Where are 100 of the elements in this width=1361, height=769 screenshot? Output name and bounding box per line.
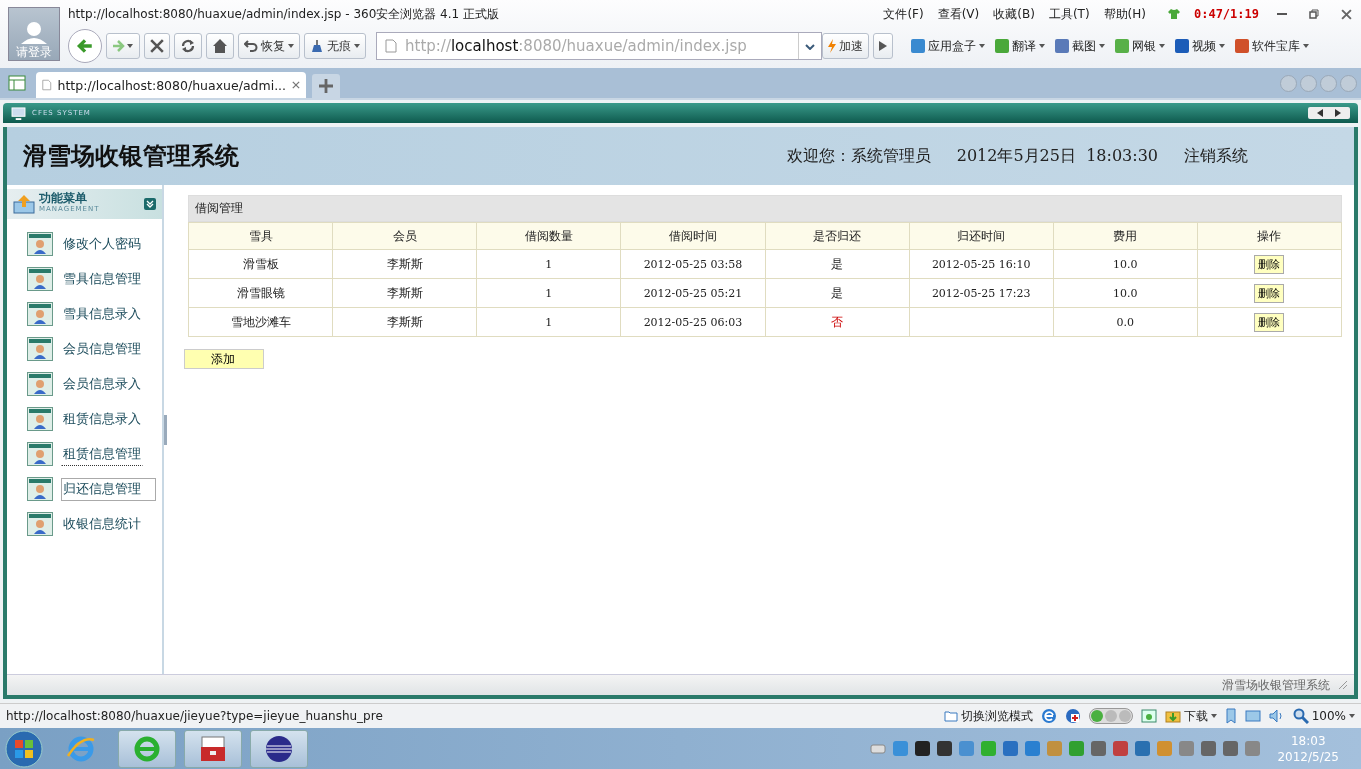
zoom-button[interactable]: 100%	[1292, 708, 1355, 724]
display-icon[interactable]	[1244, 709, 1261, 723]
chevron-down-icon	[805, 44, 815, 50]
back-button[interactable]	[68, 29, 102, 63]
column-header: 费用	[1053, 222, 1198, 250]
toolbar-item[interactable]: 软件宝库	[1235, 37, 1309, 55]
user-card-icon	[27, 337, 53, 361]
menu-item[interactable]: 帮助(H)	[1103, 5, 1146, 23]
table-cell: 2012-05-25 05:21	[620, 278, 765, 308]
go-button[interactable]	[873, 33, 893, 59]
sidebar-toggle-icon[interactable]	[8, 75, 26, 91]
caret-icon	[1303, 44, 1309, 48]
caret-icon	[1210, 714, 1217, 718]
menu-link[interactable]: 会员信息录入	[61, 372, 143, 396]
speaker-icon[interactable]	[1268, 709, 1285, 723]
menu-link[interactable]: 租赁信息录入	[61, 407, 143, 431]
user-card-icon	[27, 372, 53, 396]
browser-e-icon[interactable]	[1040, 708, 1057, 724]
caret-icon	[354, 44, 360, 48]
speedup-button[interactable]: 加速	[822, 33, 869, 59]
home-button[interactable]	[206, 33, 234, 59]
page-icon	[42, 78, 52, 92]
toggle-switch-icon[interactable]	[1088, 708, 1133, 724]
restore-button[interactable]: 恢复	[238, 33, 300, 59]
new-tab-button[interactable]	[312, 74, 340, 98]
toolbar-item[interactable]: 截图	[1055, 37, 1105, 55]
table-cell: 10.0	[1053, 249, 1198, 279]
menu-item[interactable]: 文件(F)	[883, 5, 924, 23]
shield-icon[interactable]	[1064, 708, 1081, 724]
close-tab-icon[interactable]	[292, 80, 300, 90]
upload-tray-icon	[13, 194, 35, 214]
tray-icon[interactable]	[915, 741, 931, 756]
table-cell: 雪地沙滩车	[188, 307, 333, 337]
bookmark-icon[interactable]	[1224, 708, 1237, 724]
app-title: 滑雪场收银管理系统	[23, 140, 239, 172]
column-header: 操作	[1197, 222, 1342, 250]
caret-icon	[1159, 44, 1165, 48]
table-cell: 李斯斯	[332, 278, 477, 308]
close-icon	[1340, 8, 1352, 20]
datetime-text: 2012年5月25日 18:03:30	[956, 145, 1158, 167]
caret-icon	[1349, 714, 1355, 718]
toolbar-item[interactable]: 网银	[1115, 37, 1165, 55]
menu-item[interactable]: 工具(T)	[1048, 5, 1090, 23]
table-cell: 李斯斯	[332, 307, 477, 337]
plus-icon	[319, 79, 333, 93]
panel-title: 借阅管理	[188, 195, 1342, 222]
menu-link[interactable]: 雪具信息录入	[61, 302, 143, 326]
menu-item[interactable]: 收藏(B)	[993, 5, 1035, 23]
browse-mode-button[interactable]: 切换浏览模式	[943, 707, 1033, 725]
browser-tab[interactable]: http://localhost:8080/huaxue/admi...	[36, 72, 306, 98]
menu-link[interactable]: 归还信息管理	[61, 477, 156, 501]
user-card-icon	[27, 477, 53, 501]
toolbar-item[interactable]: 翻译	[995, 37, 1045, 55]
column-header: 是否归还	[765, 222, 910, 250]
menu-title: 功能菜单	[39, 193, 88, 204]
refresh-button[interactable]	[174, 33, 202, 59]
play-icon	[879, 41, 887, 51]
delete-button[interactable]: 删除	[1254, 283, 1285, 303]
download-button[interactable]: 下载	[1164, 707, 1217, 725]
column-header: 会员	[332, 222, 477, 250]
user-card-icon	[27, 407, 53, 431]
toolbar-item[interactable]: 应用盒子	[911, 37, 985, 55]
tray-icon[interactable]	[937, 741, 953, 756]
collapse-icon[interactable]	[144, 198, 156, 210]
incognito-button[interactable]: 无痕	[304, 33, 366, 59]
magnifier-icon	[1292, 708, 1309, 724]
menu-link[interactable]: 租赁信息管理	[61, 442, 143, 466]
column-header: 借阅时间	[620, 222, 765, 250]
menu-link[interactable]: 雪具信息管理	[61, 267, 143, 291]
splitter-handle[interactable]	[164, 414, 167, 445]
caret-icon	[1039, 44, 1045, 48]
delete-button[interactable]: 删除	[1254, 254, 1285, 274]
delete-button[interactable]: 删除	[1254, 312, 1285, 332]
keyboard-icon[interactable]	[870, 742, 887, 755]
menu-link[interactable]: 收银信息统计	[61, 512, 143, 536]
user-silhouette-icon	[19, 20, 49, 44]
scroll-arrows-control[interactable]	[1308, 107, 1350, 119]
table-cell: 李斯斯	[332, 249, 477, 279]
window-title: http://localhost:8080/huaxue/admin/index.jsp - 360安全浏览器 4.1 正式版	[68, 5, 499, 23]
table-cell: 2012-05-25 17:23	[931, 286, 1031, 300]
stop-button[interactable]	[144, 33, 170, 59]
start-button[interactable]	[4, 728, 44, 769]
address-bar[interactable]: http://localhost:8080/huaxue/admin/index.jsp	[376, 32, 822, 60]
welcome-text: 欢迎您：系统管理员	[786, 145, 931, 167]
table-cell: 2012-05-25 16:10	[931, 257, 1031, 271]
taskbar-button[interactable]	[250, 729, 308, 768]
table-cell: 0.0	[1053, 307, 1198, 337]
broom-icon	[310, 39, 324, 53]
toolbox-icon	[198, 733, 228, 764]
menu-link[interactable]: 会员信息管理	[61, 337, 143, 361]
menu-item[interactable]: 查看(V)	[937, 5, 980, 23]
right-arrow-icon	[112, 39, 134, 53]
window-icon[interactable]	[1140, 708, 1157, 724]
home-icon	[212, 38, 228, 54]
logout-link[interactable]: 注销系统	[1184, 145, 1248, 167]
add-button[interactable]: 添加	[184, 349, 264, 369]
toolbar-item[interactable]: 视频	[1175, 37, 1225, 55]
menu-link[interactable]: 修改个人密码	[61, 232, 143, 256]
taskbar-button[interactable]	[184, 729, 242, 768]
shirt-icon[interactable]	[1167, 8, 1180, 20]
